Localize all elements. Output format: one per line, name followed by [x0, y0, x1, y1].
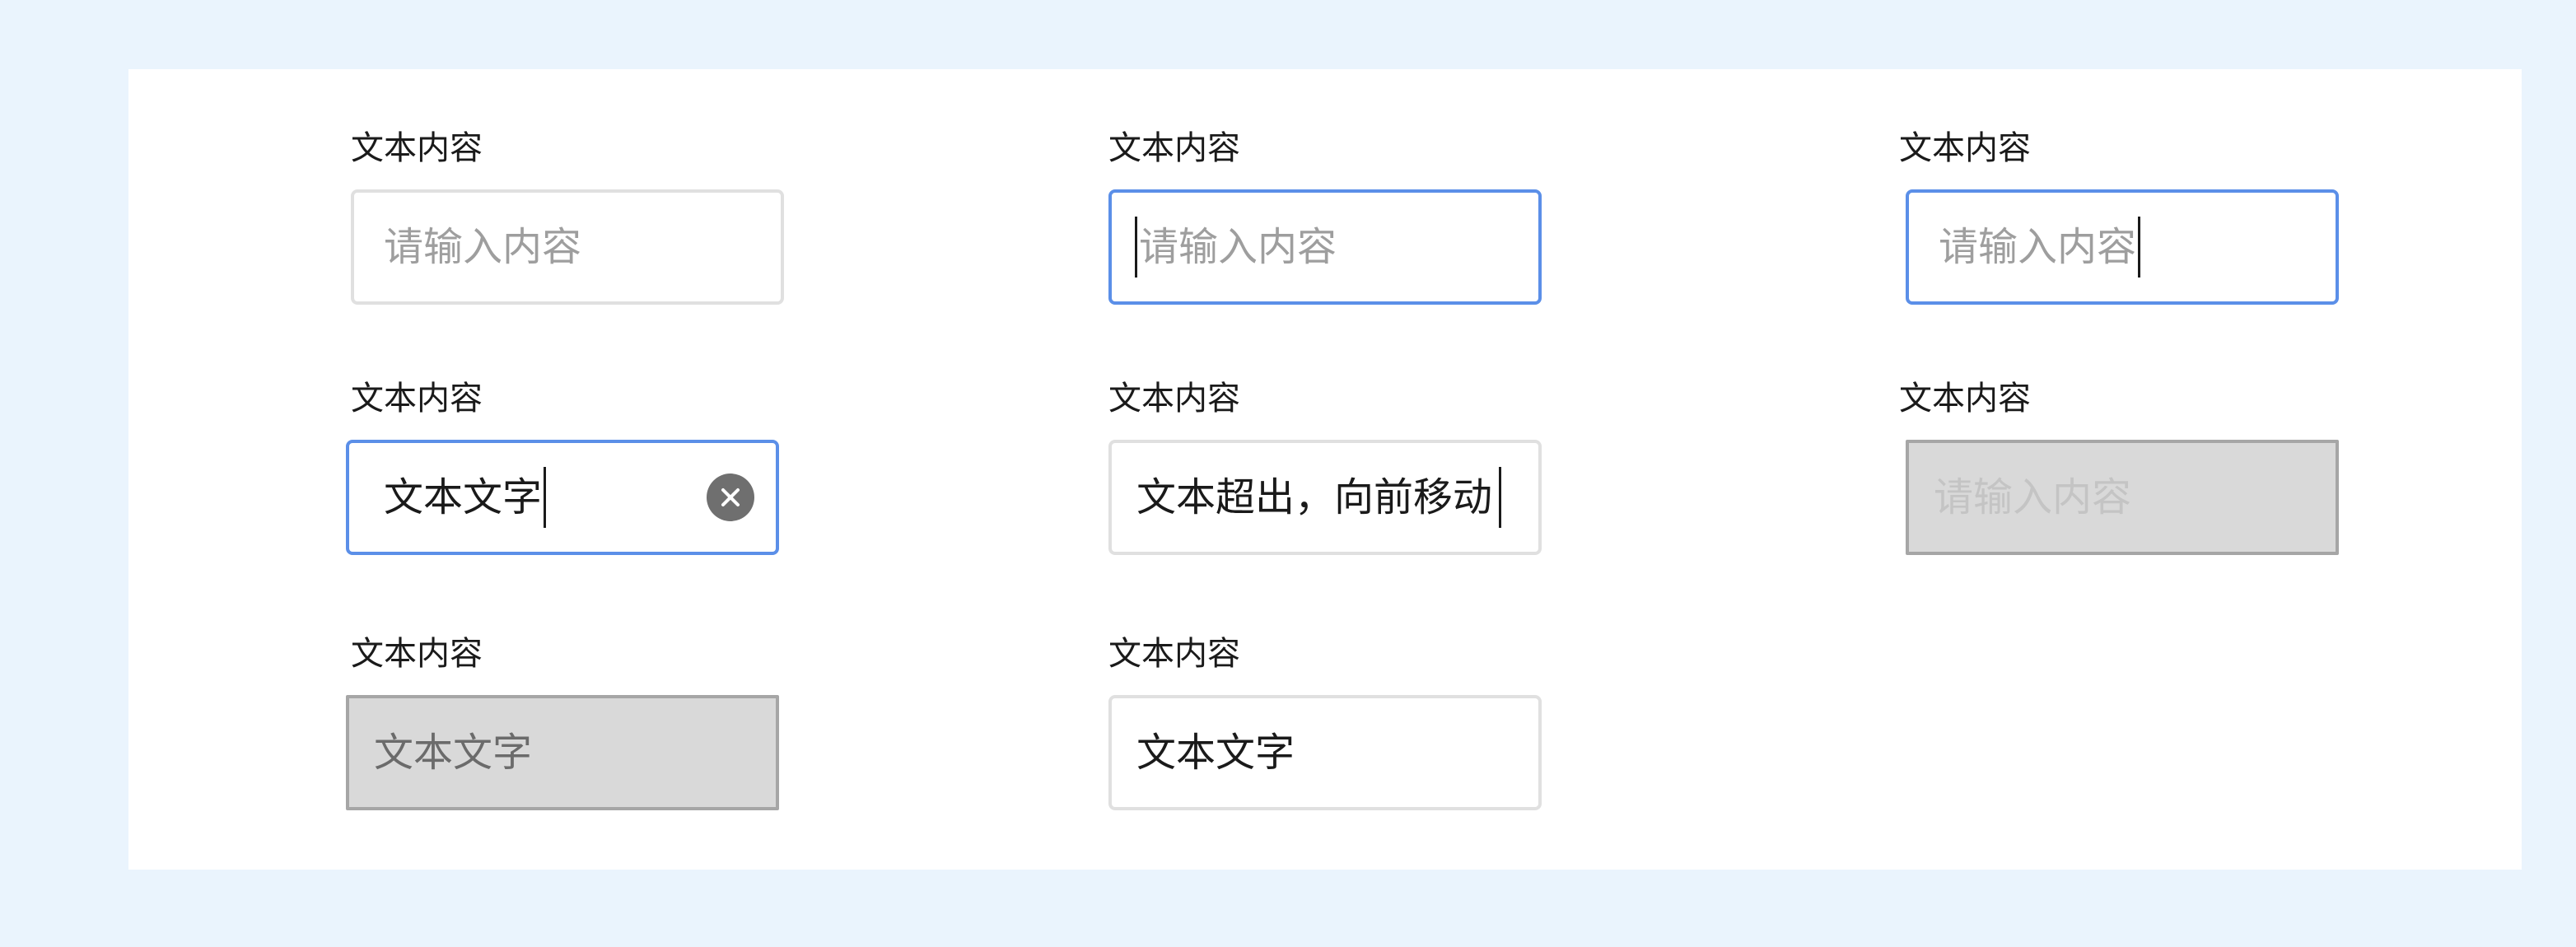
input-value: 文本文字: [374, 730, 533, 776]
field-label: 文本内容: [1899, 380, 2031, 418]
field-label: 文本内容: [1899, 129, 2031, 167]
text-caret: [544, 467, 547, 528]
field-label: 文本内容: [1108, 635, 1240, 673]
input-placeholder: 请输入内容: [1934, 474, 2132, 520]
text-caret: [2138, 217, 2141, 278]
field-label: 文本内容: [1108, 129, 1240, 167]
text-input: 文本文字: [346, 695, 779, 810]
input-placeholder: 请输入内容: [1939, 224, 2137, 270]
input-placeholder: 请输入内容: [1139, 224, 1337, 270]
field-label: 文本内容: [351, 635, 483, 673]
field-label: 文本内容: [351, 129, 483, 167]
text-input[interactable]: 请输入内容: [1108, 189, 1542, 305]
input-value: 文本文字: [384, 474, 543, 520]
input-showcase-panel: 文本内容 请输入内容 文本内容 请输入内容 文本内容 请输入内容 文本内容 文本…: [128, 69, 2522, 870]
input-placeholder: 请输入内容: [384, 224, 582, 270]
text-input[interactable]: 请输入内容: [351, 189, 784, 305]
text-input: 请输入内容: [1906, 440, 2339, 555]
input-value: 文本超出，向前移动: [1136, 474, 1493, 520]
text-input[interactable]: 文本超出，向前移动: [1108, 440, 1542, 555]
text-caret: [1499, 467, 1502, 528]
field-label: 文本内容: [1108, 380, 1240, 418]
text-caret: [1135, 217, 1137, 278]
text-input[interactable]: 请输入内容: [1906, 189, 2339, 305]
clear-icon[interactable]: [707, 474, 754, 521]
field-label: 文本内容: [351, 380, 483, 418]
input-value: 文本文字: [1136, 730, 1295, 776]
text-input[interactable]: 文本文字: [346, 440, 779, 555]
text-input[interactable]: 文本文字: [1108, 695, 1542, 810]
